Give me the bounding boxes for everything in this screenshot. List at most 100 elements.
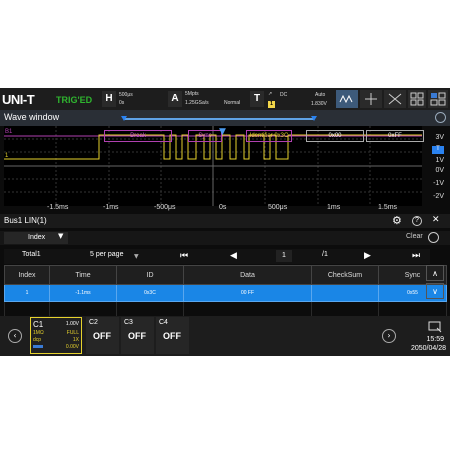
menu-button[interactable] [428, 90, 448, 108]
cursor-icon [365, 93, 377, 105]
gear-icon[interactable]: ⚙ [392, 214, 402, 227]
oscilloscope-screen: UNI-T TRIG'ED H 500μs 0s A 5Mpts 1.25GSa… [0, 88, 450, 356]
channel-state: OFF [128, 331, 146, 341]
timebase-value: 500μs [119, 92, 133, 98]
time-tick: -500μs [154, 204, 176, 211]
ch1-marker: 1 [5, 153, 9, 159]
time-tick: 500μs [268, 204, 288, 211]
prev-page-icon[interactable]: ◀ [230, 251, 237, 261]
channel-name: C3 [124, 319, 133, 326]
acquire-button[interactable]: A [168, 91, 182, 107]
clock-area[interactable]: 15:59 2050/04/28 [402, 316, 450, 356]
next-page-icon[interactable]: ▶ [364, 251, 371, 261]
time-tick: 1.5ms [378, 204, 398, 211]
close-icon[interactable]: ✕ [432, 215, 440, 225]
column-header: Time [49, 265, 117, 285]
decode-data-1: 0xFF [366, 130, 424, 142]
volt-label: 0V [435, 167, 444, 174]
trigger-edge-icon: ↗ [268, 91, 273, 97]
time-tick: -1ms [103, 204, 119, 211]
per-page-select[interactable]: 5 per page [90, 251, 123, 258]
memory-position-marker[interactable] [121, 116, 317, 121]
wave-window-title: Wave window [4, 112, 60, 122]
decode-table: Index Time ID Data CheckSum Sync 1 -1.1m… [4, 265, 447, 317]
trigger-level: 1.830V [311, 101, 327, 107]
bus-marker: B1 [5, 129, 13, 135]
wave-window-titlebar: Wave window [0, 110, 450, 126]
filter-bar: Index ▼ Clear [0, 231, 450, 245]
help-icon[interactable]: ? [412, 216, 422, 226]
channel-state: OFF [93, 331, 111, 341]
column-header: Data [183, 265, 312, 285]
time-tick: 1ms [327, 204, 341, 211]
top-bar: UNI-T TRIG'ED H 500μs 0s A 5Mpts 1.25GSa… [0, 88, 450, 110]
cursor-button[interactable] [360, 90, 382, 108]
horizontal-offset: 0s [119, 100, 125, 106]
chevron-down-icon: ▼ [134, 253, 139, 260]
filter-select[interactable]: Index ▼ [4, 232, 68, 244]
total-count: Total1 [22, 251, 41, 258]
screen-icon [428, 321, 442, 333]
measure-icon [339, 94, 353, 104]
trigger-button[interactable]: T [250, 91, 264, 107]
volt-label: 3V [435, 134, 444, 141]
table-header-row: Index Time ID Data CheckSum Sync [4, 265, 447, 285]
ch1-bandwidth: FULL [66, 330, 79, 336]
trigger-level-marker[interactable]: T [432, 146, 444, 154]
trigger-position-icon: ▼ [219, 127, 226, 137]
memory-depth: 5Mpts [185, 91, 199, 97]
brand-logo: UNI-T [2, 92, 35, 107]
decode-identifier: Identifier 0x3C [246, 130, 292, 142]
channel-2-card[interactable]: C2 OFF [86, 317, 119, 354]
channel-name: C2 [89, 319, 98, 326]
scroll-left-icon[interactable]: ‹ [8, 329, 22, 343]
filter-select-label: Index [28, 234, 46, 241]
clock-date: 2050/04/28 [410, 345, 446, 352]
bus-panel-title: Bus1 LIN(1) [4, 216, 47, 225]
chevron-down-icon: ▼ [58, 232, 64, 240]
trigger-status: TRIG'ED [56, 95, 93, 105]
clear-button[interactable]: Clear [406, 233, 423, 240]
cell-checksum [311, 284, 379, 302]
measure-button[interactable] [336, 90, 358, 108]
layout-button[interactable] [408, 90, 426, 108]
cell-time: -1.1ms [49, 284, 117, 302]
bus-panel-header: Bus1 LIN(1) ⚙ ? ✕ [0, 214, 450, 228]
ch1-coupling: dcp [33, 337, 42, 343]
scroll-right-icon[interactable]: › [382, 329, 396, 343]
page-input[interactable]: 1 [276, 250, 292, 262]
ch1-impedance: 1MΩ [33, 330, 44, 336]
time-tick: -1.5ms [47, 204, 69, 211]
channel-bar: ‹ C1 1.00V 1MΩ FULL dcp 1X 0.00V C2 OFF … [0, 316, 450, 356]
scroll-up-icon[interactable]: ∧ [426, 265, 444, 281]
cell-data: 00 FF [183, 284, 312, 302]
trigger-coupling: DC [280, 92, 288, 98]
channel-1-card[interactable]: C1 1.00V 1MΩ FULL dcp 1X 0.00V [30, 317, 82, 354]
zoom-search-icon[interactable] [435, 112, 446, 123]
channel-4-card[interactable]: C4 OFF [156, 317, 189, 354]
pagination-bar: Total1 5 per page ▼ ⏮ ◀ 1 /1 ▶ ⏭ [4, 249, 430, 264]
ch1-scale: 1.00V [65, 321, 79, 327]
volt-label: 1V [435, 157, 444, 164]
table-row[interactable]: 1 -1.1ms 0x3C 00 FF 0x55 [4, 284, 447, 302]
menu-grid-icon [430, 92, 446, 106]
volt-label: -2V [433, 193, 444, 200]
scroll-down-icon[interactable]: ∨ [426, 283, 444, 299]
last-page-icon[interactable]: ⏭ [412, 251, 420, 261]
channel-name: C4 [159, 319, 168, 326]
acquire-mode: Normal [224, 100, 241, 106]
channel-name: C1 [33, 320, 44, 329]
table-scrollbar[interactable]: ∧ ∨ [426, 265, 444, 300]
math-icon [388, 93, 402, 105]
math-button[interactable] [384, 90, 406, 108]
time-tick: 0s [219, 204, 227, 211]
cell-id: 0x3C [116, 284, 184, 302]
first-page-icon[interactable]: ⏮ [180, 251, 188, 261]
horizontal-button[interactable]: H [102, 91, 116, 107]
search-icon[interactable] [428, 232, 439, 243]
column-header: CheckSum [311, 265, 379, 285]
channel-3-card[interactable]: C3 OFF [121, 317, 154, 354]
trigger-source-badge: 1 [268, 101, 275, 108]
table-row [4, 301, 447, 317]
column-header: ID [116, 265, 184, 285]
